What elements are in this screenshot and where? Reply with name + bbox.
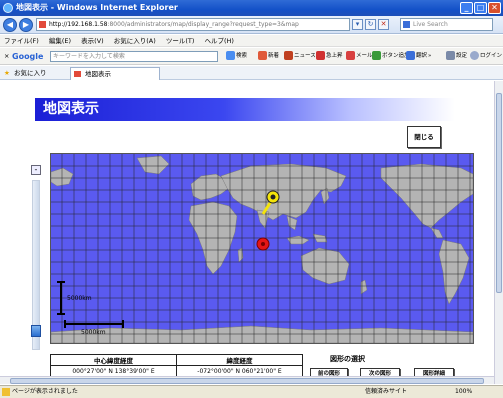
center-latlon-value: 000°27'00" N 138°39'00" E [50,365,177,377]
live-search-input[interactable]: Live Search [400,18,493,31]
wrench-icon [446,51,455,60]
google-logo: Google [12,52,44,61]
toolbar-item-settings[interactable]: 設定 [446,48,467,65]
toolbar-item-mail[interactable]: メール [346,48,373,65]
translate-icon [406,51,415,60]
tab-favicon-icon [74,71,81,77]
add-icon [372,51,381,60]
url-host: http://192.168.1.58 [49,21,108,28]
toolbar-close-button[interactable]: × [4,48,9,65]
live-search-placeholder: Live Search [413,21,448,28]
vertical-scale-label: 5000km [67,295,92,302]
login-icon [470,51,479,60]
live-search-icon [403,21,410,28]
close-button[interactable]: 閉じる [407,126,441,148]
favorites-label[interactable]: お気に入り [14,66,47,80]
menu-edit[interactable]: 編集(E) [49,37,71,45]
page-favicon-icon [39,21,46,28]
new-icon [258,51,267,60]
url-path: :8000/administrators/map/display_range?r… [107,21,299,28]
google-search-button[interactable]: 検索 [226,48,247,65]
favorites-star-icon[interactable]: ★ [4,66,10,80]
zoom-slider-thumb[interactable] [31,325,41,337]
horizontal-scale-label: 5000km [81,329,106,336]
toolbar-item-news[interactable]: ニュース [284,48,316,65]
news-icon [284,51,293,60]
ie-logo-icon [3,3,13,13]
address-dropdown-button[interactable]: ▾ [352,19,363,30]
center-latlon-header: 中心緯度経度 [50,354,177,366]
figure-selection-title: 図形の選択 [330,355,365,363]
search-icon [226,51,235,60]
vertical-scrollbar[interactable] [494,81,503,384]
zoom-level[interactable]: 100% [455,386,472,398]
toolbar-item-login[interactable]: ログイン [470,48,502,65]
trending-icon [316,51,325,60]
security-zone[interactable]: 信頼済みサイト [365,386,407,398]
menu-tools[interactable]: ツール(T) [166,37,195,45]
page-title: 地図表示 [35,98,455,121]
horizontal-scrollbar[interactable] [0,376,494,384]
map-canvas[interactable]: 5000km 5000km [51,154,473,343]
google-search-input[interactable]: キーワードを入力して検索 [50,51,218,62]
range-latlon-value: -072°00'00" N 060°21'00" E [176,365,303,377]
toolbar-item-new[interactable]: 新着 [258,48,279,65]
refresh-button[interactable]: ↻ [365,19,376,30]
zoom-out-button[interactable]: - [31,165,41,175]
forward-button[interactable]: ▶ [19,18,33,32]
red-marker[interactable] [256,237,270,251]
page-status-icon [2,388,10,396]
tab-map-display[interactable]: 地図表示 [70,67,160,80]
stop-button[interactable]: ✕ [378,19,389,30]
menu-bar: ファイル(F) 編集(E) 表示(V) お気に入り(A) ツール(T) ヘルプ(… [0,35,503,47]
menu-view[interactable]: 表示(V) [81,37,104,45]
menu-file[interactable]: ファイル(F) [4,37,39,45]
coordinate-table: 中心緯度経度 緯度経度 000°27'00" N 138°39'00" E -0… [50,354,303,377]
toolbar-item-trending[interactable]: 急上昇 [316,48,343,65]
status-message: ページが表示されました [12,388,78,395]
url-input[interactable]: http://192.168.1.58:8000/administrators/… [36,18,350,31]
menu-favorites[interactable]: お気に入り(A) [114,37,156,45]
world-map[interactable]: 5000km 5000km [50,153,474,344]
minimize-button[interactable]: _ [460,2,473,14]
mail-icon [346,51,355,60]
tab-label: 地図表示 [85,70,111,78]
range-latlon-header: 緯度経度 [176,354,303,366]
page-content: 地図表示 閉じる - 5000km 5000km 中心緯度経度 緯度経度 000… [0,81,494,384]
toolbar-more-button[interactable]: » [428,48,431,65]
back-button[interactable]: ◀ [3,18,17,32]
close-window-button[interactable]: ✕ [488,2,501,14]
vertical-scroll-thumb[interactable] [496,93,502,293]
maximize-button[interactable]: □ [474,2,487,14]
toolbar-item-translate[interactable]: 翻訳 [406,48,427,65]
window-title: 地図表示 - Windows Internet Explorer [16,3,178,12]
menu-help[interactable]: ヘルプ(H) [205,37,234,45]
address-bar: ◀ ▶ http://192.168.1.58:8000/administrat… [0,16,503,34]
window-title-bar: 地図表示 - Windows Internet Explorer _ □ ✕ [0,0,503,16]
favorites-bar: ★ お気に入り 地図表示 [0,66,503,80]
status-bar: ページが表示されました 信頼済みサイト 100% [0,385,503,398]
google-toolbar: × Google キーワードを入力して検索 検索 新着 ニュース 急上昇 メール… [0,48,503,65]
toolbar-item-add-button[interactable]: ボタン追加 [372,48,410,65]
horizontal-scroll-thumb[interactable] [10,378,484,384]
